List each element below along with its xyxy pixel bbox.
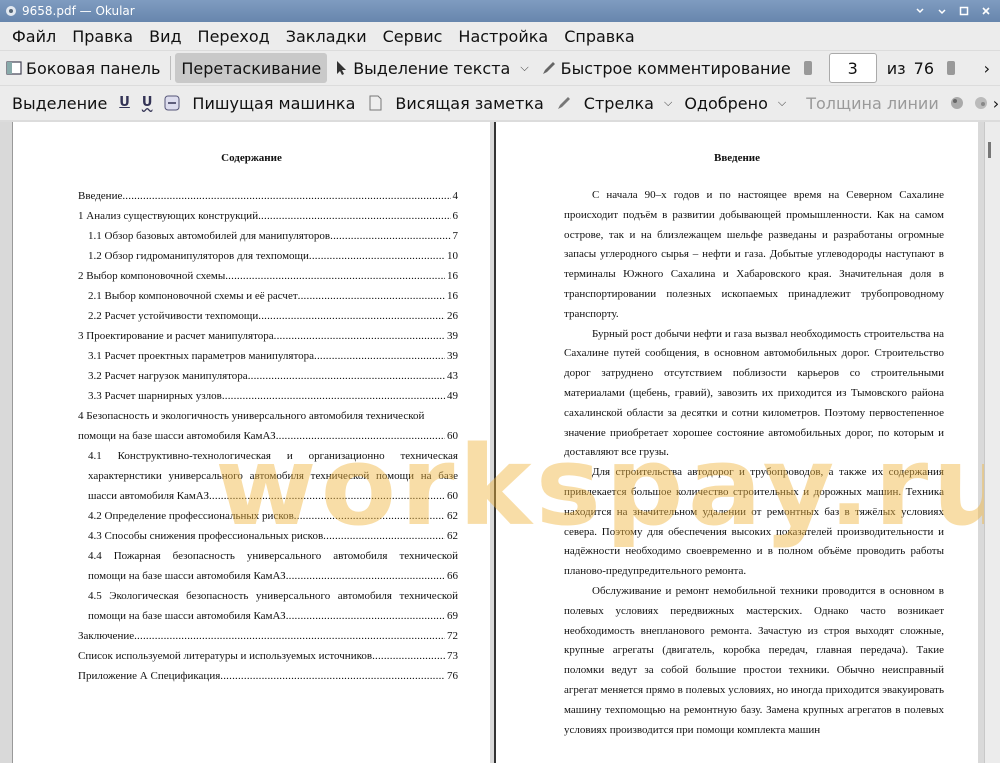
- paragraph: Обслуживание и ремонт немобильной техник…: [564, 584, 944, 736]
- pen-icon: [541, 60, 557, 76]
- toc-entry-text[interactable]: 4.1 Конструктивно-технологическая и орга…: [88, 446, 458, 466]
- toc-entry[interactable]: 4.3 Способы снижения профессиональных ри…: [88, 526, 458, 546]
- chevron-down-icon[interactable]: ⌵: [778, 96, 786, 110]
- text-select-button[interactable]: Выделение текста ⌵: [327, 53, 534, 83]
- paragraph: Бурный рост добычи нефти и газа вызвал н…: [564, 327, 944, 459]
- page-left: Содержание Введение4 1 Анализ существующ…: [12, 122, 490, 763]
- toc-entry[interactable]: Заключение72: [78, 626, 458, 646]
- paragraph: С начала 90–х годов и по настоящее время…: [564, 189, 944, 320]
- note-icon[interactable]: [367, 95, 383, 111]
- quick-comment-label: Быстрое комментирование: [560, 58, 791, 78]
- previous-page-icon[interactable]: [803, 60, 819, 76]
- toc-entry[interactable]: 2 Выбор компоновочной схемы16: [78, 266, 458, 286]
- menu-settings[interactable]: Настройка: [450, 27, 556, 46]
- menu-tools[interactable]: Сервис: [375, 27, 451, 46]
- sticky-note-button[interactable]: Висящая заметка: [389, 88, 549, 118]
- typewriter-label: Пишущая машинка: [192, 93, 356, 113]
- toc-entry[interactable]: Введение4: [78, 186, 458, 206]
- color-icon[interactable]: [949, 95, 965, 111]
- sidebar-label: Боковая панель: [26, 58, 161, 78]
- page-right: Введение С начала 90–х годов и по настоя…: [494, 122, 978, 763]
- main-toolbar: Боковая панель Перетаскивание Выделение …: [0, 51, 1000, 85]
- window-titlebar: 9658.pdf — Okular: [0, 0, 1000, 22]
- arrow-tool-icon[interactable]: [556, 95, 572, 111]
- menu-go[interactable]: Переход: [190, 27, 278, 46]
- toc-entry[interactable]: 2.1 Выбор компоновочной схемы и её расче…: [88, 286, 458, 306]
- drag-mode-button[interactable]: Перетаскивание: [175, 53, 328, 83]
- page-number-input[interactable]: 3: [828, 53, 877, 83]
- sidebar-icon: [6, 60, 22, 76]
- toc-entry[interactable]: 3.2 Расчет нагрузок манипулятора43: [88, 366, 458, 386]
- toc-entry[interactable]: Приложение А Спецификация76: [78, 666, 458, 686]
- menu-bookmarks[interactable]: Закладки: [278, 27, 375, 46]
- page-total-label: 76: [913, 58, 935, 78]
- scrollbar-thumb[interactable]: [988, 142, 991, 158]
- toc-entry[interactable]: 4.2 Определение профессиональных рисков6…: [88, 506, 458, 526]
- toc-entry[interactable]: 1.2 Обзор гидроманипуляторов для техпомо…: [88, 246, 458, 266]
- menu-bar: Файл Правка Вид Переход Закладки Сервис …: [0, 22, 1000, 50]
- toolbar-overflow-icon[interactable]: ›: [993, 94, 999, 113]
- chevron-down-icon[interactable]: ⌵: [520, 61, 528, 75]
- document-viewport[interactable]: Содержание Введение4 1 Анализ существующ…: [0, 122, 1000, 763]
- line-width-button[interactable]: Толщина линии: [800, 88, 945, 118]
- toc-title: Содержание: [221, 152, 282, 164]
- highlight-label: Выделение: [12, 93, 108, 113]
- minimize-icon[interactable]: [934, 3, 950, 19]
- menu-file[interactable]: Файл: [0, 27, 64, 46]
- underline-icon[interactable]: U: [119, 95, 130, 111]
- intro-title: Введение: [713, 152, 761, 164]
- toc-entry[interactable]: 3.1 Расчет проектных параметров манипуля…: [88, 346, 458, 366]
- text-select-label: Выделение текста: [353, 58, 511, 78]
- typewriter-button[interactable]: Пишущая машинка: [186, 88, 361, 118]
- toc-entry[interactable]: помощи на базе шасси автомобиля КамАЗ60: [78, 426, 458, 446]
- toc-entry[interactable]: помощи на базе шасси автомобиля КамАЗ69: [88, 606, 458, 626]
- menu-edit[interactable]: Правка: [64, 27, 141, 46]
- line-width-label: Толщина линии: [806, 93, 939, 113]
- toc-entry[interactable]: 1.1 Обзор базовых автомобилей для манипу…: [88, 226, 458, 246]
- squiggly-icon[interactable]: U: [142, 95, 153, 111]
- window-title: 9658.pdf — Okular: [22, 4, 135, 18]
- toc-entry[interactable]: шасси автомобиля КамАЗ60: [88, 486, 458, 506]
- toolbar-separator: [170, 56, 172, 80]
- maximize-icon[interactable]: [956, 3, 972, 19]
- quick-comment-button[interactable]: Быстрое комментирование: [535, 53, 797, 83]
- toc-entry[interactable]: помощи на базе шасси автомобиля КамАЗ66: [88, 566, 458, 586]
- toc-entry[interactable]: Список используемой литературы и использ…: [78, 646, 458, 666]
- toc-entry-text[interactable]: 4 Безопасность и экологичность универсал…: [78, 406, 458, 426]
- cursor-icon: [333, 60, 349, 76]
- strikeout-icon[interactable]: [164, 95, 180, 111]
- vertical-scrollbar[interactable]: [984, 122, 1000, 763]
- next-page-icon[interactable]: [946, 60, 962, 76]
- help-icon[interactable]: [912, 3, 928, 19]
- chevron-down-icon[interactable]: ⌵: [664, 96, 672, 110]
- sticky-note-label: Висящая заметка: [395, 93, 544, 113]
- okular-app-icon: [4, 4, 18, 18]
- toc-entry[interactable]: 2.2 Расчет устойчивости техпомощи26: [88, 306, 458, 326]
- opacity-icon[interactable]: [973, 95, 989, 111]
- menu-help[interactable]: Справка: [556, 27, 643, 46]
- toc-entry[interactable]: 3 Проектирование и расчет манипулятора39: [78, 326, 458, 346]
- paragraph: Для строительства автодорог и трубопрово…: [564, 466, 944, 578]
- stamp-label: Одобрено: [684, 93, 768, 113]
- highlight-button[interactable]: Выделение: [0, 88, 113, 118]
- arrow-label: Стрелка: [583, 93, 654, 113]
- toc-entry[interactable]: 3.3 Расчет шарнирных узлов49: [88, 386, 458, 406]
- toc-entry-text[interactable]: характернстики универсального автомобиля…: [88, 466, 458, 486]
- close-icon[interactable]: [978, 3, 994, 19]
- menu-view[interactable]: Вид: [141, 27, 189, 46]
- annotation-toolbar: Выделение U U Пишущая машинка Висящая за…: [0, 86, 1000, 120]
- toc-entry-text[interactable]: 4.4 Пожарная безопасность универсального…: [88, 546, 458, 566]
- toolbar-overflow-icon[interactable]: ›: [984, 59, 990, 78]
- stamp-button[interactable]: Одобрено ⌵: [678, 88, 792, 118]
- arrow-button[interactable]: Стрелка ⌵: [578, 88, 679, 118]
- sidebar-button[interactable]: Боковая панель: [0, 53, 166, 83]
- drag-mode-label: Перетаскивание: [181, 58, 322, 78]
- page-of-label: из: [886, 58, 906, 78]
- intro-body: С начала 90–х годов и по настоящее время…: [564, 186, 944, 740]
- toc-entry[interactable]: 1 Анализ существующих конструкций6: [78, 206, 458, 226]
- toc-entry-text[interactable]: 4.5 Экологическая безопасность универсал…: [88, 586, 458, 606]
